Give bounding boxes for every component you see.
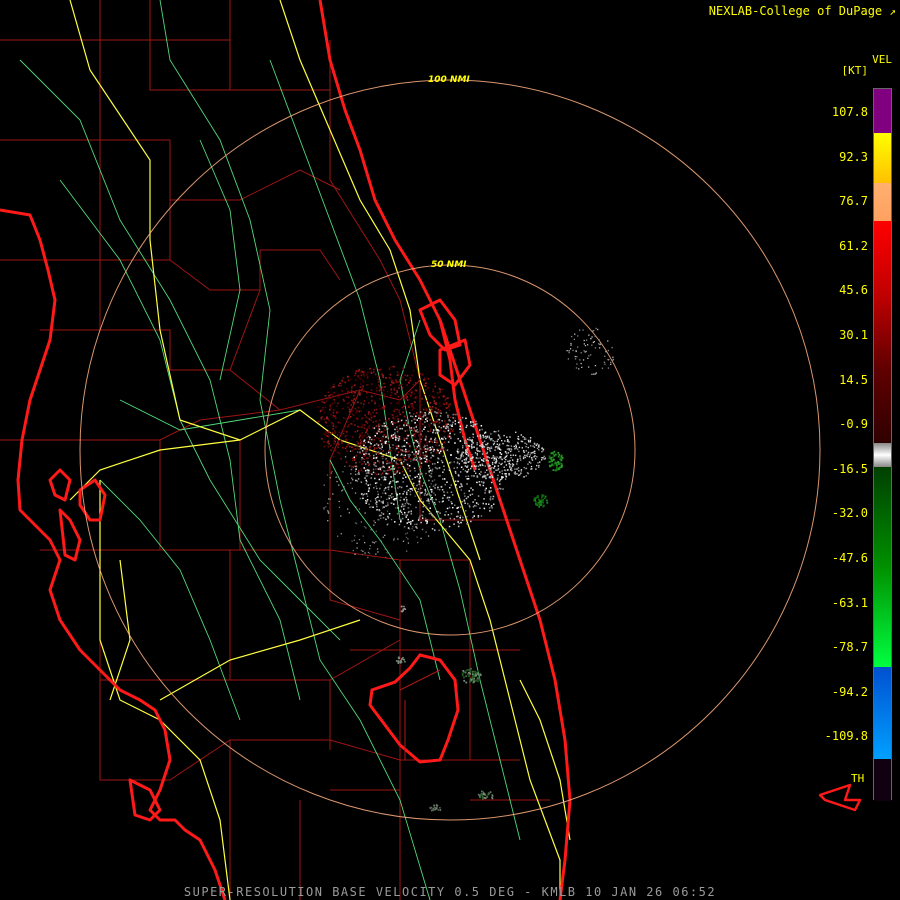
echo-cluster	[429, 804, 442, 812]
legend-tick: -63.1	[831, 595, 868, 610]
legend-title: VEL [KT]	[841, 54, 893, 77]
echo-cluster	[477, 790, 494, 800]
legend-tick: 45.6	[839, 283, 868, 298]
legend-seg-red	[874, 221, 891, 443]
ring-50nmi	[264, 264, 636, 636]
legend-tick: 61.2	[839, 238, 868, 253]
legend-seg-dark	[874, 759, 891, 801]
legend-seg-purple	[874, 89, 891, 133]
echo-cluster	[548, 450, 564, 472]
ring-label-50: 50 NMI	[431, 260, 467, 270]
legend-tick: 30.1	[839, 328, 868, 342]
legend-tick: 76.7	[839, 194, 868, 209]
legend-tick: -0.9	[839, 417, 868, 432]
legend-th-label: TH	[851, 772, 865, 785]
legend-title-line2: [KT]	[841, 64, 869, 77]
legend-tick: -16.5	[831, 461, 868, 476]
velocity-color-scale	[873, 88, 892, 801]
range-rings: 100 NMI 50 NMI	[79, 75, 821, 821]
legend-tick: -47.6	[831, 551, 868, 565]
ring-label-100: 100 NMI	[428, 75, 470, 85]
ring-100nmi	[79, 79, 821, 821]
legend-tick: 14.5	[839, 372, 868, 387]
product-footer: SUPER-RESOLUTION BASE VELOCITY 0.5 DEG -…	[183, 885, 717, 899]
legend-seg-gray	[874, 443, 891, 467]
legend-tick: -94.2	[831, 684, 868, 699]
legend-tick: 107.8	[831, 105, 868, 119]
legend-seg-green	[874, 467, 891, 667]
credit-label: NEXLAB-College of DuPage	[708, 4, 883, 18]
legend-tick: -32.0	[831, 506, 868, 521]
legend-tick: -78.7	[831, 640, 868, 655]
echo-cluster	[400, 605, 407, 613]
legend-seg-blue	[874, 667, 891, 759]
credit-text: NEXLAB-College of DuPage ↗	[709, 4, 896, 18]
echo-cluster	[395, 656, 406, 664]
legend-seg-yellow	[874, 133, 891, 183]
lake-okeechobee	[368, 653, 460, 764]
legend-tick: 92.3	[839, 149, 868, 164]
echo-cluster	[533, 494, 549, 508]
legend-tick: -109.8	[824, 729, 868, 744]
radar-map: 100 NMI 50 NMI	[0, 0, 862, 900]
legend-seg-orange	[874, 183, 891, 221]
external-link-icon: ↗	[889, 5, 896, 18]
